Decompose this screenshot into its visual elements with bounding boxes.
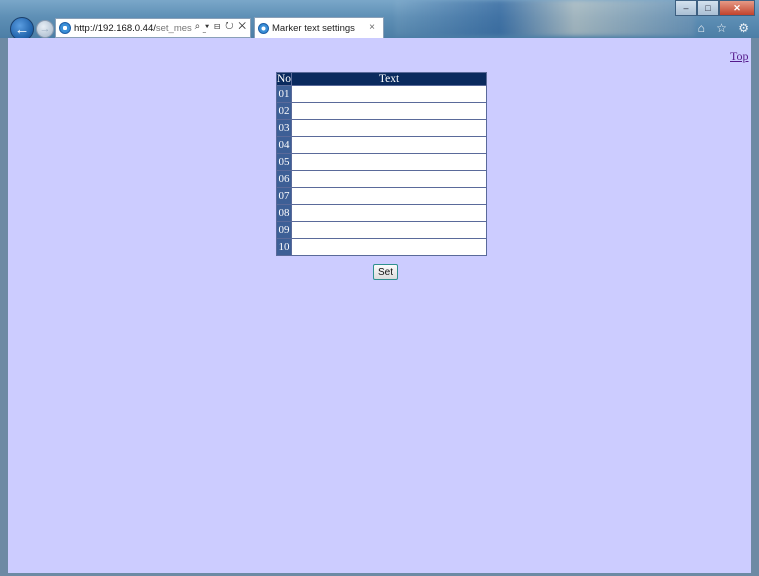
column-header-no: No xyxy=(275,72,293,86)
table-row: 10 xyxy=(275,238,487,256)
text-cell xyxy=(291,85,487,103)
table-row: 05 xyxy=(275,153,487,171)
back-arrow-icon: ← xyxy=(14,20,30,38)
row-number: 08 xyxy=(275,204,293,222)
minimize-button[interactable]: – xyxy=(675,0,697,16)
tab-close-icon[interactable]: × xyxy=(369,22,375,33)
row-number: 05 xyxy=(275,153,293,171)
marker-text-input[interactable] xyxy=(293,223,485,237)
row-number: 09 xyxy=(275,221,293,239)
url-host: http://192.168.0.44/ xyxy=(74,22,156,34)
marker-text-input[interactable] xyxy=(293,206,485,220)
maximize-button[interactable]: □ xyxy=(697,0,719,16)
column-header-text: Text xyxy=(291,72,487,86)
marker-text-input[interactable] xyxy=(293,121,485,135)
row-number: 02 xyxy=(275,102,293,120)
row-number: 07 xyxy=(275,187,293,205)
row-number: 03 xyxy=(275,119,293,137)
table-row: 03 xyxy=(275,119,487,137)
set-button[interactable]: Set xyxy=(373,264,399,280)
browser-titlebar: ← → http://192.168.0.44/ set_message ⌕ ▾… xyxy=(0,0,759,41)
text-cell xyxy=(291,153,487,171)
marker-text-input[interactable] xyxy=(293,172,485,186)
table-header-row: No Text xyxy=(275,72,487,86)
table-row: 08 xyxy=(275,204,487,222)
marker-text-input[interactable] xyxy=(293,138,485,152)
forward-arrow-icon: → xyxy=(39,23,51,35)
marker-text-table: No Text 01 02 03 04 05 06 07 08 09 10 xyxy=(275,72,487,256)
text-cell xyxy=(291,238,487,256)
text-cell xyxy=(291,221,487,239)
home-favorites-settings-icons[interactable]: ⌂ ☆ ⚙ xyxy=(698,21,753,35)
address-bar[interactable]: http://192.168.0.44/ set_message ⌕ ▾ ⊟ ↻… xyxy=(55,18,251,38)
text-cell xyxy=(291,204,487,222)
window-border-right xyxy=(751,38,759,576)
text-cell xyxy=(291,187,487,205)
table-row: 02 xyxy=(275,102,487,120)
top-link[interactable]: Top xyxy=(730,49,749,64)
marker-text-input[interactable] xyxy=(293,87,485,101)
ie-tab-icon xyxy=(258,22,269,34)
row-number: 06 xyxy=(275,170,293,188)
ie-page-icon xyxy=(59,22,71,34)
table-row: 07 xyxy=(275,187,487,205)
text-cell xyxy=(291,119,487,137)
tab-title: Marker text settings xyxy=(272,22,355,34)
table-row: 01 xyxy=(275,85,487,103)
close-window-button[interactable]: ✕ xyxy=(719,0,755,16)
row-number: 10 xyxy=(275,238,293,256)
table-row: 09 xyxy=(275,221,487,239)
tab-marker-text-settings[interactable]: Marker text settings × xyxy=(254,17,384,38)
table-row: 04 xyxy=(275,136,487,154)
marker-text-input[interactable] xyxy=(293,104,485,118)
address-tools-icons[interactable]: ⌕ ▾ ⊟ ↻ ✕ xyxy=(191,21,247,32)
window-controls: – □ ✕ xyxy=(675,0,755,16)
row-number: 01 xyxy=(275,85,293,103)
page-viewport: Top No Text 01 02 03 04 05 06 07 08 09 10 Set xyxy=(8,38,751,573)
window-border-left xyxy=(0,38,8,576)
marker-text-input[interactable] xyxy=(293,240,485,254)
text-cell xyxy=(291,170,487,188)
table-row: 06 xyxy=(275,170,487,188)
titlebar-background xyxy=(395,0,695,36)
marker-text-input[interactable] xyxy=(293,189,485,203)
row-number: 04 xyxy=(275,136,293,154)
text-cell xyxy=(291,102,487,120)
marker-text-input[interactable] xyxy=(293,155,485,169)
forward-button[interactable]: → xyxy=(36,20,54,38)
text-cell xyxy=(291,136,487,154)
